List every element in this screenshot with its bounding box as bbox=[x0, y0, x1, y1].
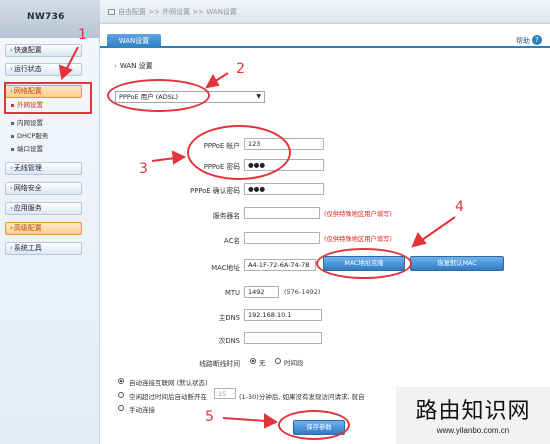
annotation-number-1: 1 bbox=[78, 27, 87, 43]
arrow-2-head bbox=[205, 73, 220, 89]
watermark-url: www.yilanbo.com.cn bbox=[436, 426, 510, 435]
annotation-number-2: 2 bbox=[236, 61, 245, 77]
arrow-3 bbox=[151, 157, 176, 162]
annotation-overlay bbox=[58, 46, 456, 429]
arrow-5 bbox=[222, 417, 267, 422]
annotation-number-5: 5 bbox=[205, 409, 214, 425]
watermark-title: 路由知识网 bbox=[415, 399, 531, 424]
arrow-1 bbox=[65, 46, 79, 71]
watermark: 路由知识网 www.yilanbo.com.cn bbox=[396, 387, 550, 444]
arrow-5-head bbox=[264, 413, 279, 429]
arrow-3-head bbox=[171, 150, 187, 165]
arrow-1-head bbox=[58, 64, 73, 80]
annotation-number-3: 3 bbox=[139, 161, 148, 177]
annotation-number-4: 4 bbox=[455, 199, 464, 215]
arrow-4 bbox=[421, 216, 456, 241]
arrow-4-head bbox=[411, 232, 427, 248]
